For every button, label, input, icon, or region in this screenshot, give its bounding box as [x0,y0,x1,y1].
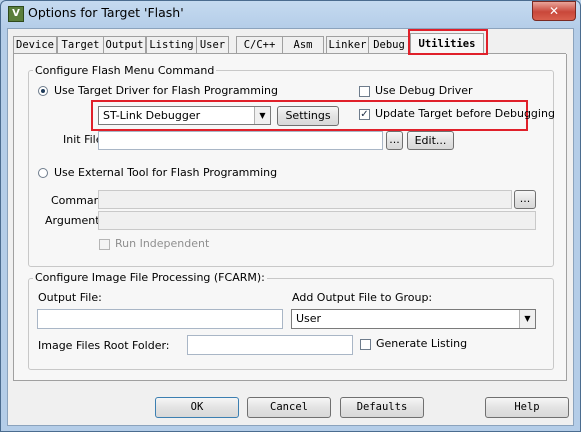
ok-button[interactable]: OK [155,397,239,418]
flash-driver-value: ST-Link Debugger [103,109,201,122]
settings-button[interactable]: Settings [277,106,339,126]
run-independent-checkbox[interactable] [99,239,110,250]
generate-listing-checkbox[interactable] [360,339,371,350]
defaults-button[interactable]: Defaults [340,397,424,418]
output-group-value: User [296,312,322,325]
output-file-label: Output File: [38,291,102,304]
image-file-group-title: Configure Image File Processing (FCARM): [33,271,267,284]
window-title: Options for Target 'Flash' [28,5,184,20]
command-browse-button[interactable]: ... [514,190,536,209]
title-bar[interactable]: V Options for Target 'Flash' ✕ [0,0,581,28]
arguments-input[interactable] [98,211,536,230]
use-debug-driver-label: Use Debug Driver [375,84,473,97]
use-external-tool-radio[interactable] [38,168,48,178]
help-button[interactable]: Help [485,397,569,418]
update-target-checkbox[interactable]: ✓ [359,109,370,120]
use-external-tool-label: Use External Tool for Flash Programming [54,166,278,179]
tab-utilities-highlight [408,29,488,55]
run-independent-label: Run Independent [115,237,210,250]
root-folder-label: Image Files Root Folder: [38,339,170,352]
use-debug-driver-checkbox[interactable] [359,86,370,97]
tab-output[interactable]: Output [103,36,146,54]
flash-driver-select[interactable]: ST-Link Debugger ▼ [98,106,271,125]
tab-listing[interactable]: Listing [146,36,197,54]
output-file-input[interactable] [37,309,283,329]
cancel-button[interactable]: Cancel [247,397,331,418]
tab-user[interactable]: User [196,36,229,54]
tab-linker[interactable]: Linker [326,36,369,54]
output-group-select[interactable]: User ▼ [291,309,536,329]
tab-target[interactable]: Target [57,36,104,54]
tab-debug[interactable]: Debug [368,36,410,54]
update-target-label: Update Target before Debugging [375,107,555,120]
use-target-driver-label: Use Target Driver for Flash Programming [54,84,279,97]
chevron-down-icon[interactable]: ▼ [519,310,535,328]
edit-button[interactable]: Edit... [407,131,454,150]
command-input[interactable] [98,190,512,209]
generate-listing-label: Generate Listing [376,337,468,350]
init-file-input[interactable] [98,131,383,150]
add-output-group-label: Add Output File to Group: [292,291,433,304]
close-icon[interactable]: ✕ [532,1,576,21]
chevron-down-icon[interactable]: ▼ [254,107,270,124]
tab-asm[interactable]: Asm [282,36,324,54]
root-folder-input[interactable] [187,335,353,355]
tab-device[interactable]: Device [13,36,57,54]
tab-c-cpp[interactable]: C/C++ [236,36,283,54]
flash-menu-group-title: Configure Flash Menu Command [33,64,217,77]
use-target-driver-radio[interactable] [38,86,48,96]
app-icon: V [8,6,24,22]
init-file-browse-button[interactable]: ... [386,131,403,150]
